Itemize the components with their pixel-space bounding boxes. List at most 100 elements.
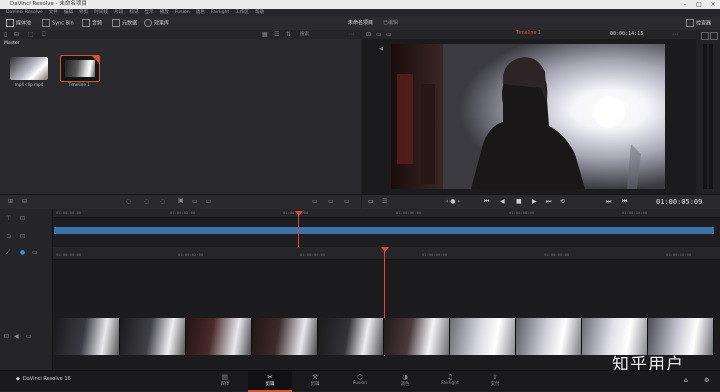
thumbnail-view-icon[interactable]: ▦ (262, 31, 268, 38)
trim-tool-icon[interactable]: ◌ (144, 198, 149, 205)
folder-icon[interactable]: ⎕ (42, 31, 46, 39)
menu-item[interactable]: Fairlight (211, 9, 229, 17)
page-tab-color[interactable]: ◑ 调色 (383, 373, 427, 387)
page-tab-fairlight[interactable]: ♫ Fairlight (428, 373, 472, 386)
prev-edit-icon[interactable]: ⏭ (606, 198, 611, 206)
menu-item[interactable]: 文件 (49, 9, 58, 17)
go-to-end-icon[interactable]: ⏭ (546, 198, 551, 206)
sidebar-toggle-icon[interactable]: ▯ (4, 31, 7, 38)
menu-item[interactable]: 时间线 (94, 9, 108, 17)
effects-button[interactable]: 效果库 (142, 19, 171, 28)
match-frame-icon[interactable]: ☰ (382, 198, 387, 205)
menu-item[interactable]: 播放 (160, 9, 169, 17)
menu-item[interactable]: 编辑 (64, 9, 73, 17)
overview-playhead[interactable] (298, 212, 299, 247)
overwrite-clip-icon[interactable]: ▭ (192, 198, 198, 205)
duration-timecode: 00:00:14:13 (610, 31, 644, 37)
go-to-start-icon[interactable]: ⏮ (484, 198, 489, 206)
overview-clip-bar[interactable] (54, 227, 714, 234)
viewer-options-icon[interactable]: ⋯ (672, 31, 678, 38)
place-on-top-icon[interactable]: ▭ (344, 198, 350, 205)
insert-clip-icon[interactable]: ▣ (178, 197, 184, 204)
timeline-view-icon[interactable]: ▭ (386, 31, 392, 38)
media-pool-icon (6, 19, 14, 27)
loop-icon[interactable]: ⟲ (560, 198, 565, 205)
import-icon[interactable]: ⬚ (28, 31, 34, 38)
main-playhead-marker[interactable] (381, 247, 389, 252)
overview-track-header: ⊤ ⊡ ⊐ ⊡ (0, 209, 53, 247)
bin-list-icon[interactable]: ⊟ (14, 31, 19, 38)
source-view-icon[interactable]: ▭ (376, 31, 382, 38)
metadata-button[interactable]: 元数据 (110, 19, 139, 28)
page-tab-cut[interactable]: ✂ 剪辑 (248, 371, 292, 392)
sync-bin-button[interactable]: Sync Bin (40, 19, 76, 28)
blade-tool-icon[interactable]: ◌ (160, 198, 165, 205)
audio-meter-panel (697, 30, 720, 194)
list-view-icon[interactable]: ☰ (274, 31, 279, 38)
track-view-icon[interactable]: ⊐ (6, 233, 11, 240)
snap-icon[interactable]: ⟋ (6, 249, 10, 257)
page-tab-media[interactable]: ▤ 媒体 (203, 373, 247, 387)
menu-item[interactable]: 帮助 (255, 9, 264, 17)
mixer-icon[interactable] (710, 32, 718, 40)
track-audio-icon[interactable]: ◀ (14, 333, 19, 340)
ruler-timecode: 01:00:06:00 (422, 252, 448, 257)
menu-item[interactable]: 显示 (145, 9, 154, 17)
audio-button[interactable]: 音频 (80, 19, 104, 28)
audio-meter-left (703, 44, 707, 189)
timeline-clip-label: Timeline 1 (68, 82, 90, 87)
media-clip-thumbnail[interactable] (10, 57, 48, 80)
more-options-icon[interactable]: ⋯ (348, 31, 354, 38)
stop-icon[interactable]: ■ (516, 198, 522, 205)
page-tab-edit[interactable]: ⚒ 剪辑 (293, 373, 337, 387)
close-up-icon[interactable]: ▭ (328, 198, 334, 205)
source-tape-icon[interactable]: ▭ (312, 198, 318, 205)
replace-clip-icon[interactable]: ▭ (206, 198, 212, 205)
page-tab-deliver[interactable]: ⇪ 交付 (473, 373, 517, 387)
sort-icon[interactable]: ⇅ (286, 31, 291, 38)
track-lock-icon[interactable]: ⊡ (20, 215, 25, 222)
selection-tool-icon[interactable]: ◌ (126, 198, 131, 205)
menu-item[interactable]: DaVinci Resolve (6, 9, 43, 17)
menu-item[interactable]: 修剪 (79, 9, 88, 17)
timeline-clip-thumbnail[interactable] (60, 55, 100, 82)
search-label[interactable]: 搜索 (300, 31, 309, 37)
page-tab-fusion[interactable]: ⬡ Fusion (338, 373, 382, 386)
track-audio-icon[interactable]: ⊡ (20, 233, 25, 240)
play-reverse-icon[interactable]: ◀ (500, 198, 505, 205)
viewer-type-icon[interactable]: ▭ (368, 198, 374, 205)
viewer-layout-icon[interactable]: ⊡ (366, 31, 371, 38)
flag-icon[interactable]: ▭ (32, 249, 38, 256)
overview-playhead-marker[interactable] (295, 211, 303, 216)
transport-bar: ▭ ☰ ‹ ● › ⏮ ◀ ■ ▶ ⏭ ⟲ ⏭ ⏮ 01:00:05:09 (362, 194, 720, 210)
media-pool-button[interactable]: 媒体池 (4, 19, 33, 28)
page-navigation-bar: ◆ DaVinci Resolve 16 ▤ 媒体 ✂ 剪辑 ⚒ 剪辑 ⬡ Fusion… (0, 370, 720, 392)
home-icon[interactable]: ⌂ (684, 377, 688, 384)
app-version-label: DaVinci Resolve 16 (22, 376, 71, 382)
settings-icon[interactable]: ⊟ (22, 198, 27, 205)
track-visibility-icon[interactable]: ▭ (26, 333, 32, 340)
menu-item[interactable]: 工作区 (235, 9, 249, 17)
overview-ruler[interactable]: 01:00:00:00 01:00:02:00 01:00:04:00 01:0… (53, 209, 720, 218)
inspector-button[interactable]: 检查器 (684, 19, 713, 28)
layout-icon[interactable]: ⊞ (8, 198, 13, 205)
menu-item[interactable]: 调色 (196, 9, 205, 17)
timeline-name: Timeline 1 (516, 31, 541, 36)
close-button[interactable]: × (706, 0, 720, 9)
play-icon[interactable]: ▶ (532, 198, 537, 205)
main-toolbar: 媒体池 Sync Bin 音频 元数据 效果库 未命名项目 已编辑 检查器 (0, 17, 720, 31)
window-title: DaVinci Resolve - 未命名项目 (10, 1, 87, 7)
next-edit-icon[interactable]: ⏮ (622, 198, 627, 206)
maximize-button[interactable]: □ (692, 0, 706, 9)
settings-gear-icon[interactable]: ⚙ (704, 377, 709, 384)
menu-item[interactable]: 标记 (129, 9, 138, 17)
menu-item[interactable]: 片段 (114, 9, 123, 17)
track-tools-icon[interactable]: ⊤ (6, 215, 11, 222)
ruler-timecode: 01:00:08:00 (509, 210, 535, 215)
linked-selection-icon[interactable]: ● (20, 249, 25, 256)
track-lock-icon[interactable]: ⊡ (4, 333, 9, 340)
menu-item[interactable]: Fusion (175, 9, 190, 17)
ruler-timecode: 01:00:04:00 (300, 252, 326, 257)
jog-control-icon[interactable]: ‹ ● › (446, 198, 460, 205)
minimize-button[interactable]: – (678, 0, 692, 9)
